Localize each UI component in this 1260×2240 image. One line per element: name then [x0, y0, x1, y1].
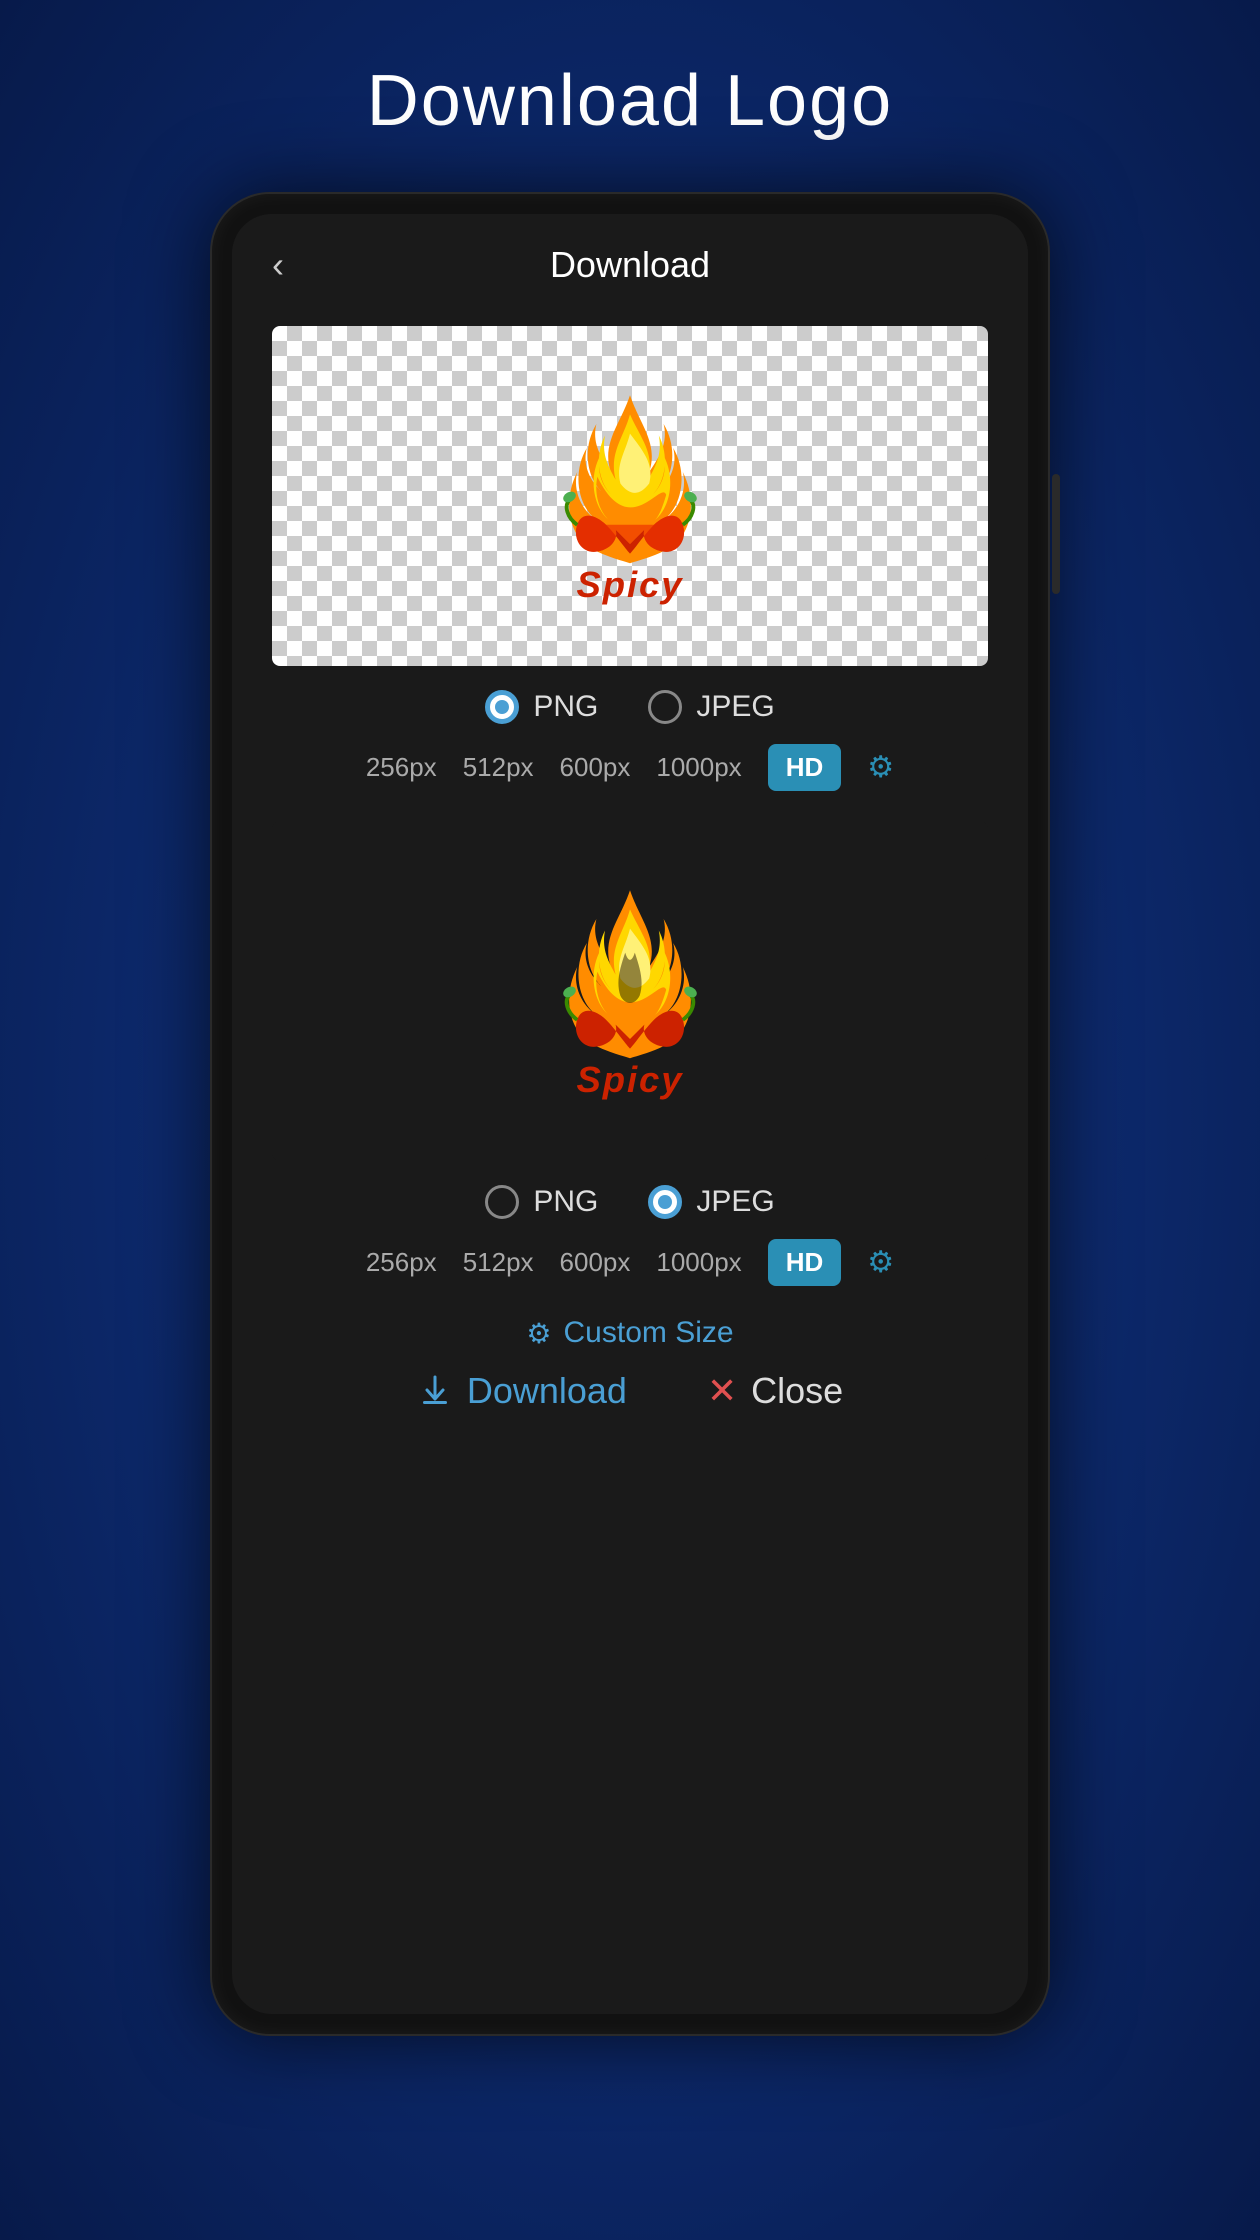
- size-1000-1[interactable]: 1000px: [656, 752, 741, 783]
- back-button[interactable]: ‹: [272, 244, 284, 286]
- size-row-2: 256px 512px 600px 1000px HD ⚙: [272, 1239, 988, 1286]
- png-option-1[interactable]: PNG: [485, 690, 598, 724]
- preview-dark-bg: Spicy: [272, 821, 988, 1161]
- size-600-1[interactable]: 600px: [560, 752, 631, 783]
- png-label-2: PNG: [533, 1185, 598, 1219]
- close-label[interactable]: Close: [751, 1370, 843, 1412]
- download-action[interactable]: Download: [417, 1370, 627, 1412]
- jpeg-option-2[interactable]: JPEG: [648, 1185, 774, 1219]
- png-radio-2[interactable]: [485, 1185, 519, 1219]
- jpeg-radio-1[interactable]: [648, 690, 682, 724]
- format-row-1: PNG JPEG: [272, 690, 988, 724]
- size-1000-2[interactable]: 1000px: [656, 1247, 741, 1278]
- phone-screen: ‹ Download: [232, 214, 1028, 2014]
- preview-transparent-bg: Spicy: [272, 326, 988, 666]
- custom-size-label[interactable]: Custom Size: [564, 1316, 734, 1350]
- hd-button-2[interactable]: HD: [768, 1239, 842, 1286]
- size-row-1: 256px 512px 600px 1000px HD ⚙: [272, 744, 988, 791]
- gear-icon-1[interactable]: ⚙: [867, 750, 894, 785]
- size-256-2[interactable]: 256px: [366, 1247, 437, 1278]
- close-action[interactable]: ✕ Close: [707, 1370, 843, 1412]
- logo-transparent: Spicy: [520, 376, 740, 616]
- logo-dark: Spicy: [520, 871, 740, 1111]
- png-option-2[interactable]: PNG: [485, 1185, 598, 1219]
- png-radio-1[interactable]: [485, 690, 519, 724]
- screen-title: Download: [550, 244, 710, 286]
- size-512-2[interactable]: 512px: [463, 1247, 534, 1278]
- gear-icon-2[interactable]: ⚙: [867, 1245, 894, 1280]
- size-512-1[interactable]: 512px: [463, 752, 534, 783]
- jpeg-label-1: JPEG: [696, 690, 774, 724]
- size-600-2[interactable]: 600px: [560, 1247, 631, 1278]
- jpeg-radio-2[interactable]: [648, 1185, 682, 1219]
- download-icon: [417, 1373, 453, 1409]
- close-x-icon: ✕: [707, 1370, 737, 1412]
- top-bar: ‹ Download: [232, 214, 1028, 306]
- svg-text:Spicy: Spicy: [577, 564, 684, 605]
- size-256-1[interactable]: 256px: [366, 752, 437, 783]
- bottom-actions: Download ✕ Close: [272, 1370, 988, 1412]
- content-area: Spicy PNG JPEG 256px: [232, 306, 1028, 1452]
- hd-button-1[interactable]: HD: [768, 744, 842, 791]
- jpeg-label-2: JPEG: [696, 1185, 774, 1219]
- custom-size-gear-icon: ⚙: [526, 1317, 551, 1350]
- phone-side-button: [1052, 474, 1060, 594]
- phone-frame: ‹ Download: [210, 192, 1050, 2036]
- custom-size-row[interactable]: ⚙ Custom Size: [272, 1316, 988, 1350]
- page-title: Download Logo: [367, 60, 893, 142]
- png-label-1: PNG: [533, 690, 598, 724]
- format-row-2: PNG JPEG: [272, 1185, 988, 1219]
- svg-text:Spicy: Spicy: [577, 1059, 684, 1100]
- download-label[interactable]: Download: [467, 1370, 627, 1412]
- jpeg-option-1[interactable]: JPEG: [648, 690, 774, 724]
